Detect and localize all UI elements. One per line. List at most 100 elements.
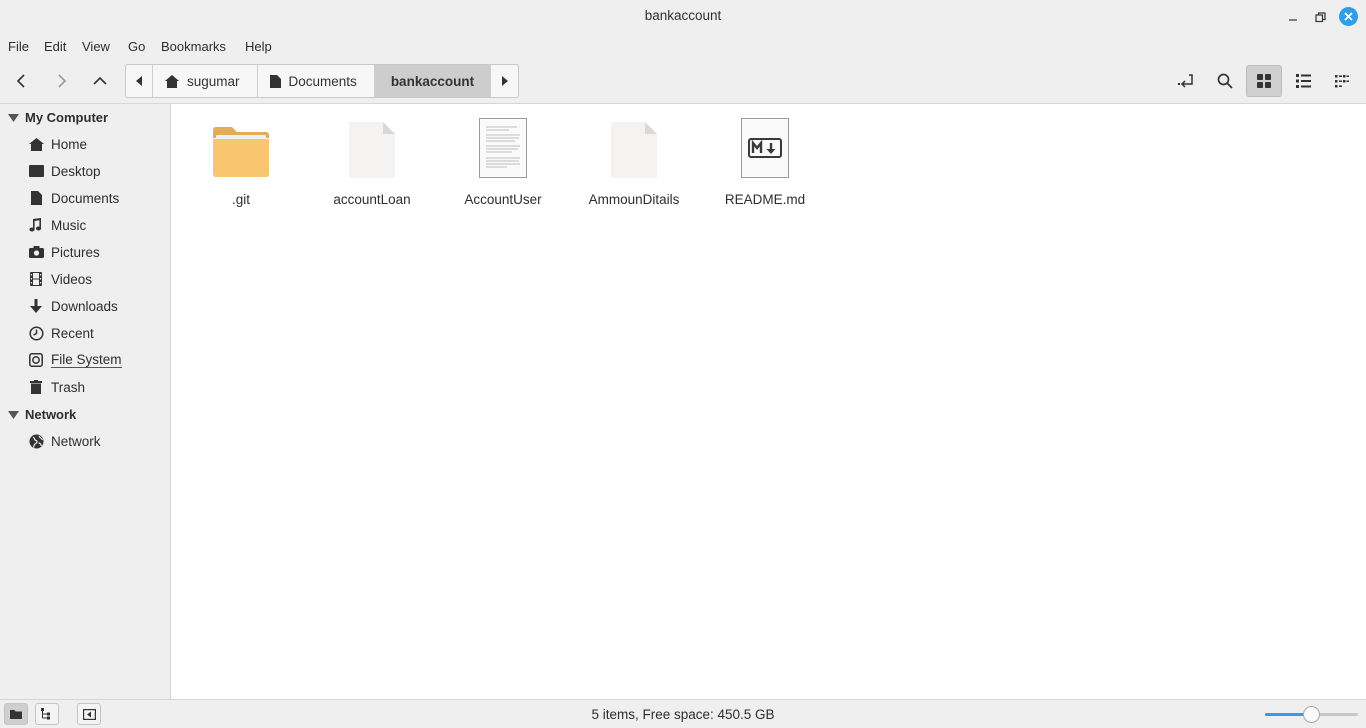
file-item-ammounditails[interactable]: AmmounDitails	[569, 116, 699, 207]
breadcrumb-scroll-right[interactable]	[491, 65, 518, 97]
menu-go[interactable]: Go	[128, 39, 145, 54]
icon-view-button[interactable]	[1246, 65, 1282, 97]
forward-button[interactable]	[43, 65, 79, 97]
zoom-slider[interactable]	[1265, 706, 1358, 723]
sidebar-item-videos[interactable]: Videos	[28, 268, 92, 290]
breadcrumb-home[interactable]: sugumar	[153, 65, 258, 97]
text-document-icon	[479, 118, 527, 178]
sidebar-item-label: File System	[51, 352, 122, 368]
film-icon	[30, 272, 42, 286]
menu-edit[interactable]: Edit	[44, 39, 66, 54]
chevron-down-icon	[8, 410, 19, 419]
triangle-left-icon	[136, 76, 142, 86]
breadcrumb-label: bankaccount	[390, 73, 475, 89]
drive-icon	[29, 353, 43, 367]
sidebar-item-downloads[interactable]: Downloads	[28, 295, 118, 317]
chevron-down-icon	[8, 113, 19, 122]
blank-file-icon	[349, 122, 395, 178]
toggle-location-button[interactable]	[1168, 65, 1204, 97]
list-view-button[interactable]	[1285, 65, 1321, 97]
compact-view-button[interactable]	[1324, 65, 1360, 97]
maximize-button[interactable]	[1310, 7, 1330, 27]
file-name: AmmounDitails	[588, 192, 680, 207]
sidebar-section-my-computer[interactable]: My Computer	[8, 110, 108, 125]
sidebar-item-label: Trash	[51, 379, 86, 395]
desktop-icon	[28, 165, 44, 177]
file-name: accountLoan	[333, 192, 411, 207]
sidebar-item-file-system[interactable]: File System	[28, 349, 122, 371]
clock-icon	[28, 325, 44, 341]
search-icon	[1217, 73, 1233, 89]
breadcrumb: sugumar Documents bankaccount	[125, 64, 520, 98]
sidebar: My Computer Home Desktop Documents Music…	[0, 104, 171, 699]
sidebar-item-desktop[interactable]: Desktop	[28, 160, 101, 182]
section-label: Network	[25, 407, 77, 422]
camera-icon	[28, 246, 44, 258]
sidebar-item-label: Desktop	[51, 163, 101, 179]
window-title: bankaccount	[644, 8, 722, 23]
home-icon	[165, 74, 179, 88]
file-name: README.md	[724, 192, 806, 207]
menu-help[interactable]: Help	[245, 39, 272, 54]
list-icon	[1295, 74, 1311, 88]
up-button[interactable]	[82, 65, 118, 97]
sidebar-item-label: Home	[51, 136, 88, 152]
status-bar: 5 items, Free space: 450.5 GB	[0, 699, 1366, 728]
document-icon	[269, 74, 281, 88]
triangle-right-icon	[501, 76, 508, 86]
folder-icon	[213, 127, 269, 177]
file-item-git[interactable]: .git	[176, 116, 306, 207]
compact-list-icon	[1335, 75, 1349, 88]
arrow-up-icon	[93, 76, 107, 85]
sidebar-item-label: Recent	[51, 325, 94, 341]
breadcrumb-scroll-left[interactable]	[126, 65, 153, 97]
close-button[interactable]	[1339, 7, 1358, 26]
file-item-readme[interactable]: README.md	[700, 116, 830, 207]
markdown-file-icon	[741, 118, 789, 178]
sidebar-item-pictures[interactable]: Pictures	[28, 241, 100, 263]
menu-file[interactable]: File	[8, 39, 29, 54]
toolbar: sugumar Documents bankaccount	[0, 60, 1366, 104]
menu-view[interactable]: View	[82, 39, 110, 54]
music-note-icon	[29, 218, 42, 232]
menu-bookmarks[interactable]: Bookmarks	[161, 39, 226, 54]
zoom-slider-handle[interactable]	[1303, 706, 1320, 723]
download-icon	[30, 299, 42, 313]
sidebar-item-label: Documents	[51, 190, 120, 206]
arrow-right-icon	[58, 74, 67, 88]
menu-bar: File Edit View Go Bookmarks Help	[0, 33, 1366, 60]
arrow-left-icon	[16, 74, 25, 88]
file-name: .git	[231, 192, 250, 207]
sidebar-item-label: Pictures	[51, 244, 100, 260]
search-button[interactable]	[1207, 65, 1243, 97]
back-button[interactable]	[4, 65, 40, 97]
breadcrumb-current[interactable]: bankaccount	[374, 65, 492, 97]
sidebar-item-home[interactable]: Home	[28, 133, 87, 155]
breadcrumb-documents[interactable]: Documents	[258, 65, 375, 97]
breadcrumb-label: Documents	[288, 73, 357, 89]
sidebar-section-network[interactable]: Network	[8, 407, 76, 422]
file-name: AccountUser	[464, 192, 542, 207]
globe-icon	[29, 434, 43, 448]
sidebar-item-trash[interactable]: Trash	[28, 376, 85, 398]
minimize-button[interactable]	[1283, 7, 1303, 27]
home-icon	[28, 137, 44, 151]
file-item-accountuser[interactable]: AccountUser	[438, 116, 568, 207]
grid-icon	[1257, 74, 1271, 88]
sidebar-item-label: Videos	[51, 271, 93, 287]
sidebar-item-network[interactable]: Network	[28, 430, 101, 452]
sidebar-item-music[interactable]: Music	[28, 214, 86, 236]
sidebar-item-documents[interactable]: Documents	[28, 187, 119, 209]
file-view[interactable]: .git accountLoan AccountUser AmmounDitai…	[171, 104, 1366, 699]
status-text: 5 items, Free space: 450.5 GB	[591, 707, 775, 722]
trash-icon	[30, 380, 42, 394]
sidebar-item-recent[interactable]: Recent	[28, 322, 94, 344]
sidebar-item-label: Network	[51, 433, 101, 449]
minimize-icon	[1289, 19, 1297, 21]
title-bar: bankaccount	[0, 0, 1366, 33]
breadcrumb-label: sugumar	[187, 73, 240, 89]
section-label: My Computer	[25, 110, 109, 125]
file-item-accountloan[interactable]: accountLoan	[307, 116, 437, 207]
close-icon	[1344, 12, 1353, 21]
sidebar-item-label: Downloads	[51, 298, 118, 314]
